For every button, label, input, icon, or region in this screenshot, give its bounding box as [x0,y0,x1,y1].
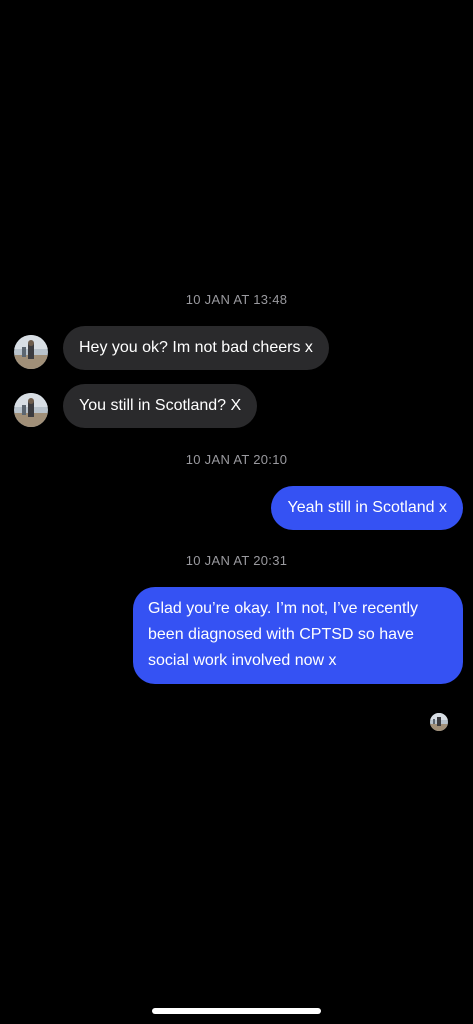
timestamp: 10 JAN AT 20:31 [185,553,288,568]
message-bubble-outgoing[interactable]: Glad you’re okay. I’m not, I’ve recently… [133,587,463,684]
message-bubble-outgoing[interactable]: Yeah still in Scotland x [271,486,463,530]
home-indicator[interactable] [152,1008,321,1014]
message-bubble-incoming[interactable]: You still in Scotland? X [63,384,258,428]
timestamp: 10 JAN AT 13:48 [185,292,288,307]
contact-avatar[interactable] [14,393,48,427]
timestamp: 10 JAN AT 20:10 [185,452,288,467]
message-thread[interactable]: 10 JAN AT 13:48 Hey you ok? Im not bad c… [0,0,473,1024]
message-bubble-incoming[interactable]: Hey you ok? Im not bad cheers x [63,326,329,370]
contact-avatar[interactable] [14,335,48,369]
seen-indicator-avatar [430,713,448,731]
